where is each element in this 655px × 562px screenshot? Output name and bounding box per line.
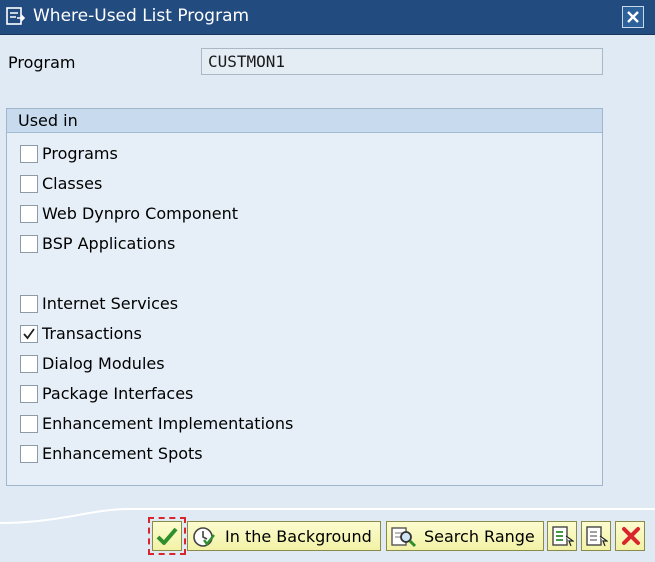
window-title: Where-Used List Program bbox=[33, 6, 250, 26]
checkbox-dialog-modules[interactable] bbox=[20, 355, 38, 373]
close-icon bbox=[627, 11, 639, 23]
checkbox-enhancement-spots[interactable] bbox=[20, 445, 38, 463]
checkbox-enhancement-implementations[interactable] bbox=[20, 415, 38, 433]
program-field[interactable]: CUSTMON1 bbox=[201, 48, 603, 75]
checkbox-programs[interactable] bbox=[20, 145, 38, 163]
program-label: Program bbox=[8, 53, 76, 72]
select-all-button[interactable] bbox=[547, 521, 577, 551]
in-background-label: In the Background bbox=[225, 527, 372, 546]
checkbox-classes[interactable] bbox=[20, 175, 38, 193]
checkbox-label-internet-services: Internet Services bbox=[42, 294, 179, 313]
checkmark-icon bbox=[156, 527, 178, 545]
checkmark-icon bbox=[23, 328, 35, 340]
cancel-x-icon bbox=[622, 527, 640, 545]
checkbox-internet-services[interactable] bbox=[20, 295, 38, 313]
checkbox-label-transactions: Transactions bbox=[42, 324, 142, 343]
select-all-icon bbox=[552, 526, 574, 547]
search-range-button[interactable]: Search Range bbox=[386, 521, 544, 551]
used-in-header: Used in bbox=[7, 109, 602, 133]
title-bar: Where-Used List Program bbox=[0, 0, 655, 35]
window-icon bbox=[6, 7, 26, 30]
deselect-all-button[interactable] bbox=[581, 521, 611, 551]
checkbox-package-interfaces[interactable] bbox=[20, 385, 38, 403]
deselect-all-icon bbox=[586, 526, 608, 547]
used-in-title: Used in bbox=[18, 111, 78, 130]
checkbox-label-programs: Programs bbox=[42, 144, 118, 163]
checkbox-bsp-applications[interactable] bbox=[20, 235, 38, 253]
checkbox-label-package-interfaces: Package Interfaces bbox=[42, 384, 194, 403]
magnifier-icon bbox=[391, 527, 417, 548]
checkbox-label-web-dynpro-component: Web Dynpro Component bbox=[42, 204, 239, 223]
checkbox-web-dynpro-component[interactable] bbox=[20, 205, 38, 223]
checkbox-label-enhancement-implementations: Enhancement Implementations bbox=[42, 414, 294, 433]
used-in-group: Used in Programs Classes Web Dynpro Comp… bbox=[6, 108, 603, 486]
checkbox-transactions[interactable] bbox=[20, 325, 38, 343]
search-range-label: Search Range bbox=[424, 527, 535, 546]
checkbox-label-dialog-modules: Dialog Modules bbox=[42, 354, 165, 373]
checkbox-label-classes: Classes bbox=[42, 174, 103, 193]
clock-checkmark-icon bbox=[193, 527, 215, 547]
cancel-button[interactable] bbox=[615, 521, 645, 551]
checkbox-label-enhancement-spots: Enhancement Spots bbox=[42, 444, 203, 463]
in-background-button[interactable]: In the Background bbox=[187, 521, 381, 551]
continue-button[interactable] bbox=[152, 521, 182, 551]
close-button[interactable] bbox=[622, 6, 644, 28]
checkbox-label-bsp-applications: BSP Applications bbox=[42, 234, 176, 253]
